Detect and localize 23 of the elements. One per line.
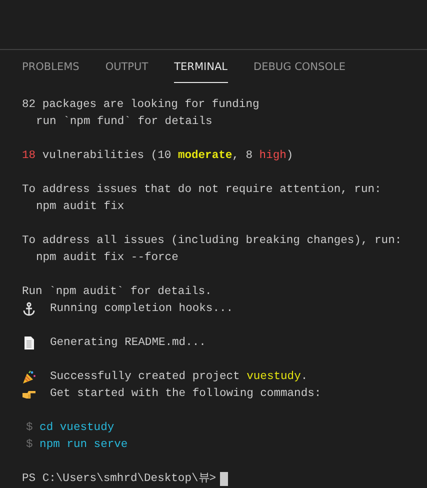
- panel-tab[interactable]: TERMINAL: [174, 60, 228, 83]
- party-popper-icon: [22, 370, 36, 384]
- terminal-line: Run `npm audit` for details.: [22, 284, 212, 300]
- panel-tab[interactable]: PROBLEMS: [22, 60, 80, 83]
- terminal-line: Get started with the following commands:: [50, 386, 322, 402]
- panel-tab[interactable]: OUTPUT: [105, 60, 148, 83]
- terminal-line: 18 vulnerabilities (10 moderate, 8 high): [22, 148, 294, 164]
- terminal-line: Successfully created project vuestudy.: [50, 370, 308, 385]
- terminal-line: npm audit fix: [35, 200, 124, 215]
- terminal-line: Generating README.md...: [50, 336, 206, 351]
- command-line: $ npm run serve: [25, 438, 128, 453]
- text-cursor: [220, 472, 228, 486]
- document-icon: [22, 336, 36, 350]
- terminal-line: To address issues that do not require attention, run:: [22, 182, 382, 198]
- panel-tab[interactable]: DEBUG CONSOLE: [254, 60, 346, 83]
- terminal-line: 82 packages are looking for funding: [22, 98, 260, 113]
- terminal-line: Running completion hooks...: [50, 302, 234, 317]
- anchor-icon: [22, 302, 36, 316]
- command-line: $ cd vuestudy: [25, 420, 114, 436]
- terminal-line: To address all issues (including breaking changes), run:: [22, 234, 402, 249]
- shell-prompt: PS C:\Users\smhrd\Desktop\뷰>: [22, 472, 216, 487]
- terminal-line: npm audit fix --force: [35, 250, 178, 266]
- terminal-line: run `npm fund` for details: [35, 114, 212, 130]
